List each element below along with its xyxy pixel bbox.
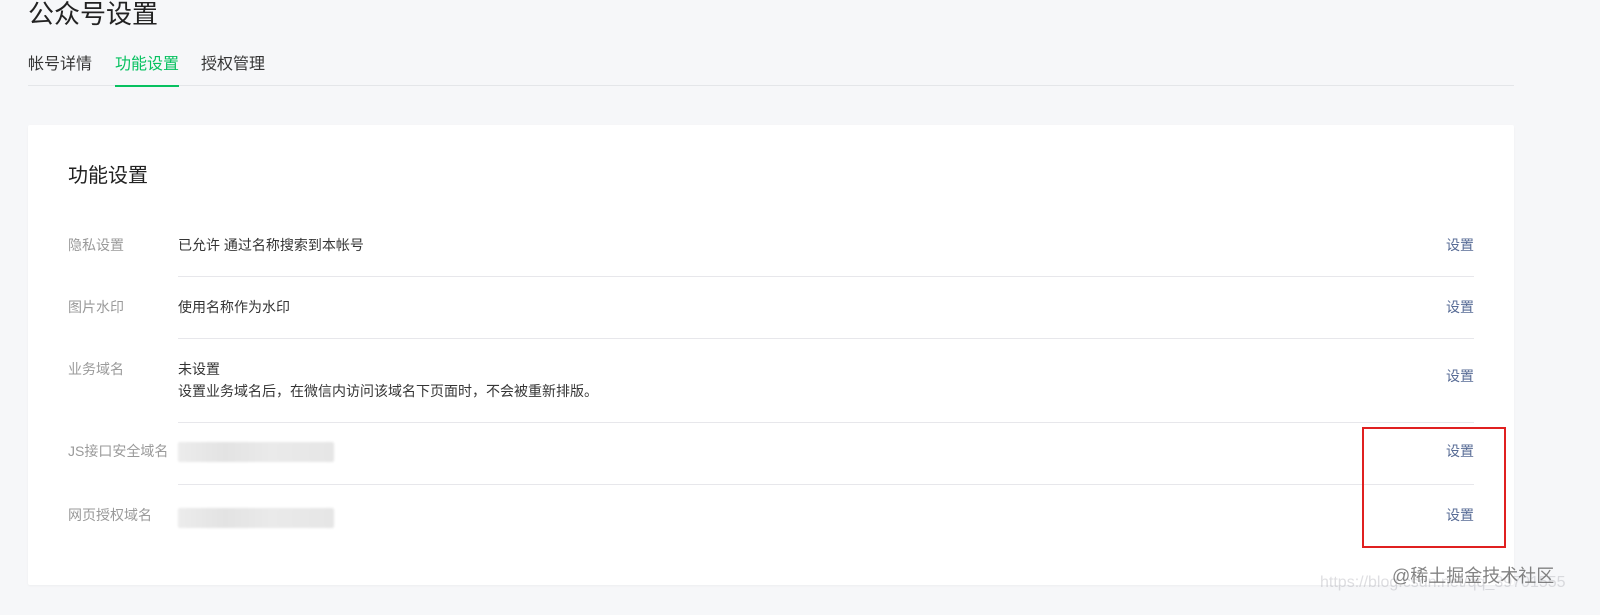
settings-card: 功能设置 隐私设置 已允许 通过名称搜索到本帐号 设置 图片水印 使用名称作为水…	[28, 125, 1514, 585]
business-domain-settings-link[interactable]: 设置	[1446, 366, 1474, 386]
privacy-settings-link[interactable]: 设置	[1446, 235, 1474, 255]
setting-value: 使用名称作为水印	[178, 296, 1414, 318]
setting-description: 设置业务域名后，在微信内访问该域名下页面时，不会被重新排版。	[178, 383, 598, 399]
page-title: 公众号设置	[28, 0, 159, 29]
tab-label: 功能设置	[115, 56, 180, 73]
active-tab-indicator	[115, 85, 180, 87]
watermark-settings-link[interactable]: 设置	[1446, 297, 1474, 317]
setting-label: 隐私设置	[68, 237, 124, 253]
page: 公众号设置 帐号详情 功能设置 授权管理 功能设置 隐私设置 已允许 通过名称搜…	[0, 0, 1600, 615]
tab-authorization-management[interactable]: 授权管理	[201, 50, 265, 86]
setting-value: 未设置 设置业务域名后，在微信内访问该域名下页面时，不会被重新排版。	[178, 358, 1414, 402]
setting-label: JS接口安全域名	[68, 443, 169, 459]
annotation-highlight-box	[1362, 427, 1506, 548]
setting-row-js-safe-domain: JS接口安全域名 设置	[68, 423, 1474, 485]
setting-value: 已允许 通过名称搜索到本帐号	[178, 234, 1414, 256]
setting-row-privacy: 隐私设置 已允许 通过名称搜索到本帐号 设置	[68, 223, 1474, 277]
setting-value-line: 使用名称作为水印	[178, 299, 290, 315]
tab-feature-settings[interactable]: 功能设置	[115, 50, 180, 87]
setting-label: 图片水印	[68, 299, 124, 315]
setting-value-line: 未设置	[178, 361, 220, 377]
tab-account-details[interactable]: 帐号详情	[28, 50, 92, 86]
card-title: 功能设置	[68, 165, 148, 187]
setting-value-line: 已允许 通过名称搜索到本帐号	[178, 237, 364, 253]
redacted-value	[178, 442, 334, 462]
setting-label: 业务域名	[68, 361, 124, 377]
setting-row-oauth-domain: 网页授权域名 设置	[68, 485, 1474, 547]
tab-bar: 帐号详情 功能设置 授权管理	[28, 50, 1514, 87]
tab-label: 授权管理	[201, 56, 266, 73]
setting-label: 网页授权域名	[68, 507, 152, 523]
redacted-value	[178, 508, 334, 528]
watermark-text: @稀土掘金技术社区	[1392, 566, 1555, 586]
setting-row-business-domain: 业务域名 未设置 设置业务域名后，在微信内访问该域名下页面时，不会被重新排版。 …	[68, 339, 1474, 423]
setting-row-image-watermark: 图片水印 使用名称作为水印 设置	[68, 277, 1474, 339]
tab-label: 帐号详情	[28, 56, 93, 73]
